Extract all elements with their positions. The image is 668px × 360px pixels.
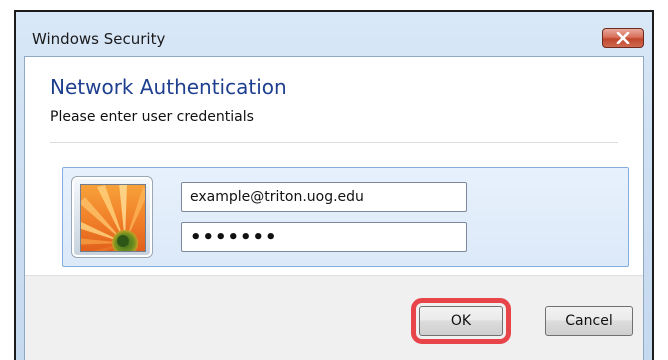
separator-line [50,142,618,143]
title-bar[interactable]: Windows Security [16,12,652,48]
avatar [71,176,153,258]
user-tile-flower-icon [80,184,146,252]
password-field[interactable]: ••••••• [181,222,467,252]
page-top-margin [0,0,668,10]
dialog-button-bar: OK Cancel [25,275,643,360]
ok-button[interactable]: OK [411,298,511,344]
window-title: Windows Security [32,30,166,48]
close-icon [616,29,630,48]
dialog-heading: Network Authentication [50,75,287,99]
close-button[interactable] [602,28,644,48]
windows-security-dialog: Windows Security Network Authentication … [14,10,654,360]
cancel-button[interactable]: Cancel [545,306,633,336]
username-field[interactable]: example@triton.uog.edu [181,182,467,212]
dialog-subheading: Please enter user credentials [50,109,254,125]
credential-tile[interactable]: example@triton.uog.edu ••••••• [62,167,629,267]
dialog-client-area: Network Authentication Please enter user… [24,56,644,360]
